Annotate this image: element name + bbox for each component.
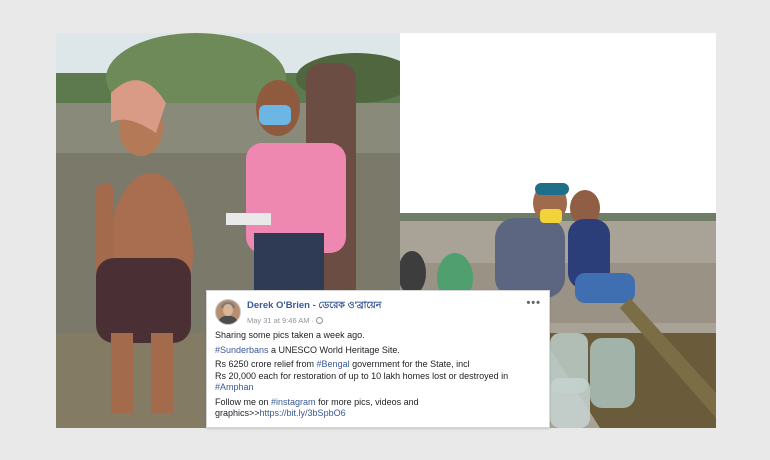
hashtag-amphan[interactable]: #Amphan <box>215 382 254 392</box>
post-line-6-text-a: Follow me on <box>215 396 272 407</box>
post-line-2-text: a UNESCO World Heritage Site. <box>268 344 400 355</box>
post-meta: Derek O'Brien - ডেরেক ও'ব্রায়েন May 31 … <box>247 299 526 325</box>
post-header: Derek O'Brien - ডেরেক ও'ব্রায়েন May 31 … <box>215 297 541 327</box>
post-subline: May 31 at 9:46 AM · <box>247 316 526 325</box>
post-line-2: #Sunderbans a UNESCO World Heritage Site… <box>215 345 541 357</box>
post-line-3: Rs 6250 crore relief from #Bengal govern… <box>215 359 541 394</box>
author-name[interactable]: Derek O'Brien - ডেরেক ও'ব্রায়েন <box>247 299 526 314</box>
hashtag-bengal[interactable]: #Bengal <box>317 359 350 369</box>
author-avatar[interactable] <box>215 299 241 325</box>
image-collage: Derek O'Brien - ডেরেক ও'ব্রায়েন May 31 … <box>56 33 716 428</box>
post-line-3-text-a: Rs 6250 crore relief from <box>215 359 317 369</box>
post-link[interactable]: https://bit.ly/3bSpbO6 <box>260 408 346 418</box>
post-line-4: Rs 20,000 each for restoration of up to … <box>215 370 509 381</box>
post-body: Sharing some pics taken a week ago. #Sun… <box>215 330 541 420</box>
post-line-3-text-b: government for the State, incl <box>349 359 470 369</box>
post-timestamp[interactable]: May 31 at 9:46 AM <box>247 316 310 325</box>
post-line-1: Sharing some pics taken a week ago. <box>215 330 365 340</box>
hashtag-instagram[interactable]: #instagram <box>271 397 316 407</box>
hashtag-sunderbans[interactable]: #Sunderbans <box>215 345 269 355</box>
more-options-icon[interactable]: ••• <box>526 297 541 309</box>
facebook-post-card: Derek O'Brien - ডেরেক ও'ব্রায়েন May 31 … <box>206 290 550 428</box>
post-line-6: Follow me on #instagram for more pics, v… <box>215 397 541 420</box>
separator-dot: · <box>311 316 315 325</box>
screenshot-frame: Derek O'Brien - ডেরেক ও'ব্রায়েন May 31 … <box>0 0 770 460</box>
globe-icon <box>316 317 324 324</box>
